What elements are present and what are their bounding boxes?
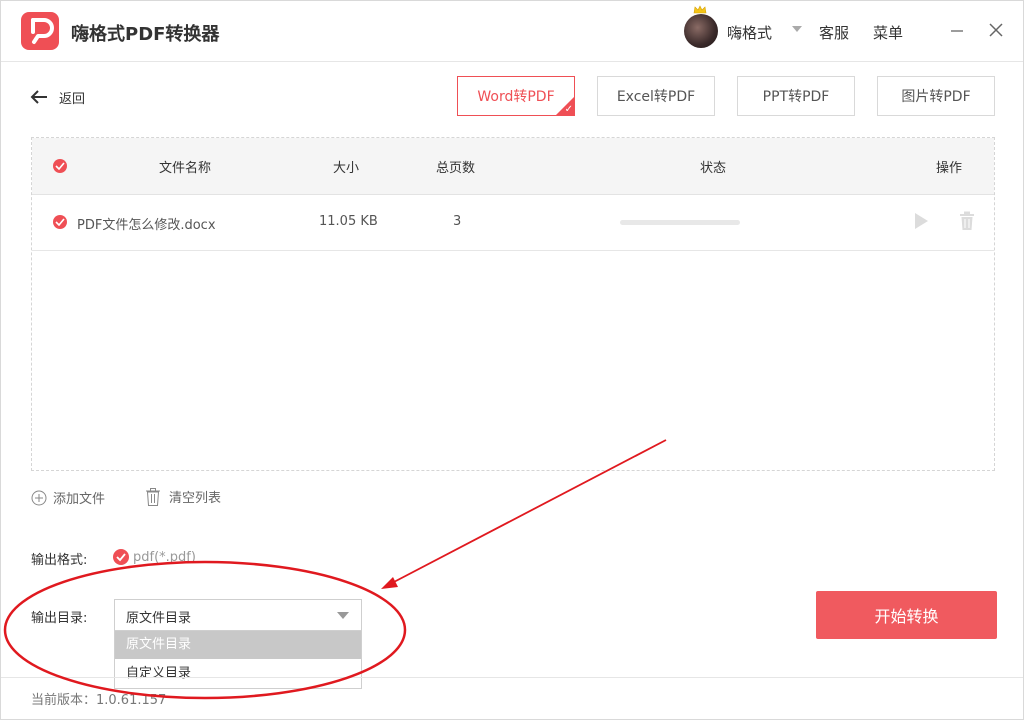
avatar[interactable] bbox=[684, 14, 718, 48]
menu-link[interactable]: 菜单 bbox=[873, 22, 903, 43]
trash-outline-icon bbox=[146, 487, 160, 506]
progress-bar bbox=[620, 220, 740, 225]
tab-word-to-pdf[interactable]: Word转PDF ✓ bbox=[457, 76, 575, 116]
customer-service-link[interactable]: 客服 bbox=[819, 22, 849, 43]
arrow-left-icon bbox=[30, 90, 47, 104]
table-header: 文件名称 大小 总页数 状态 操作 bbox=[32, 138, 994, 195]
back-label: 返回 bbox=[59, 91, 86, 107]
header-status: 状态 bbox=[700, 161, 727, 176]
tab-label: Excel转PDF bbox=[616, 89, 696, 105]
file-name: PDF文件怎么修改.docx bbox=[77, 218, 216, 233]
dropdown-option-original[interactable]: 原文件目录 bbox=[115, 631, 361, 659]
check-icon: ✓ bbox=[564, 104, 573, 115]
title-bar: 嗨格式PDF转换器 嗨格式 客服 菜单 bbox=[1, 1, 1023, 62]
tab-image-to-pdf[interactable]: 图片转PDF bbox=[877, 76, 995, 116]
version-text: 当前版本：1.0.61.157 bbox=[31, 693, 167, 708]
output-dir-label: 输出目录: bbox=[31, 611, 88, 626]
format-radio[interactable] bbox=[113, 549, 129, 565]
username[interactable]: 嗨格式 bbox=[727, 22, 772, 43]
plus-circle-icon bbox=[31, 490, 47, 505]
tab-excel-to-pdf[interactable]: Excel转PDF bbox=[597, 76, 715, 116]
select-all-checkbox[interactable] bbox=[53, 159, 67, 173]
chevron-down-icon[interactable] bbox=[792, 26, 802, 32]
tab-ppt-to-pdf[interactable]: PPT转PDF bbox=[737, 76, 855, 116]
output-format-label: 输出格式: bbox=[31, 553, 88, 568]
play-icon[interactable] bbox=[913, 212, 929, 230]
table-row: PDF文件怎么修改.docx 11.05 KB 3 bbox=[32, 194, 994, 251]
output-dir-select[interactable]: 原文件目录 bbox=[114, 599, 362, 631]
chevron-down-icon bbox=[337, 612, 349, 619]
app-window: 嗨格式PDF转换器 嗨格式 客服 菜单 返回 Word转PDF ✓ Excel转… bbox=[0, 0, 1024, 720]
close-icon[interactable] bbox=[987, 21, 1005, 39]
clear-list-label: 清空列表 bbox=[169, 491, 222, 506]
header-actions: 操作 bbox=[936, 161, 963, 176]
clear-list-button[interactable]: 清空列表 bbox=[145, 487, 221, 506]
trash-icon[interactable] bbox=[959, 211, 975, 231]
output-format-value: pdf(*.pdf) bbox=[133, 550, 196, 565]
file-size: 11.05 KB bbox=[319, 214, 378, 229]
header-pages: 总页数 bbox=[436, 161, 476, 176]
tab-label: PPT转PDF bbox=[762, 89, 830, 105]
header-file-name: 文件名称 bbox=[159, 161, 212, 176]
output-dir-value: 原文件目录 bbox=[126, 611, 192, 626]
add-file-label: 添加文件 bbox=[53, 492, 106, 507]
app-title: 嗨格式PDF转换器 bbox=[71, 24, 220, 45]
crown-icon bbox=[693, 5, 707, 14]
app-logo-icon bbox=[21, 12, 59, 50]
tab-label: 图片转PDF bbox=[901, 89, 971, 105]
file-list: 文件名称 大小 总页数 状态 操作 PDF文件怎么修改.docx 11.05 K… bbox=[31, 137, 995, 471]
add-file-button[interactable]: 添加文件 bbox=[31, 488, 105, 507]
footer: 当前版本：1.0.61.157 bbox=[1, 677, 1023, 720]
tab-label: Word转PDF bbox=[477, 89, 555, 105]
file-pages: 3 bbox=[453, 214, 462, 229]
minimize-icon[interactable] bbox=[949, 22, 965, 38]
back-button[interactable]: 返回 bbox=[29, 86, 85, 108]
start-convert-button[interactable]: 开始转换 bbox=[816, 591, 997, 639]
row-checkbox[interactable] bbox=[53, 215, 67, 229]
header-size: 大小 bbox=[333, 161, 360, 176]
